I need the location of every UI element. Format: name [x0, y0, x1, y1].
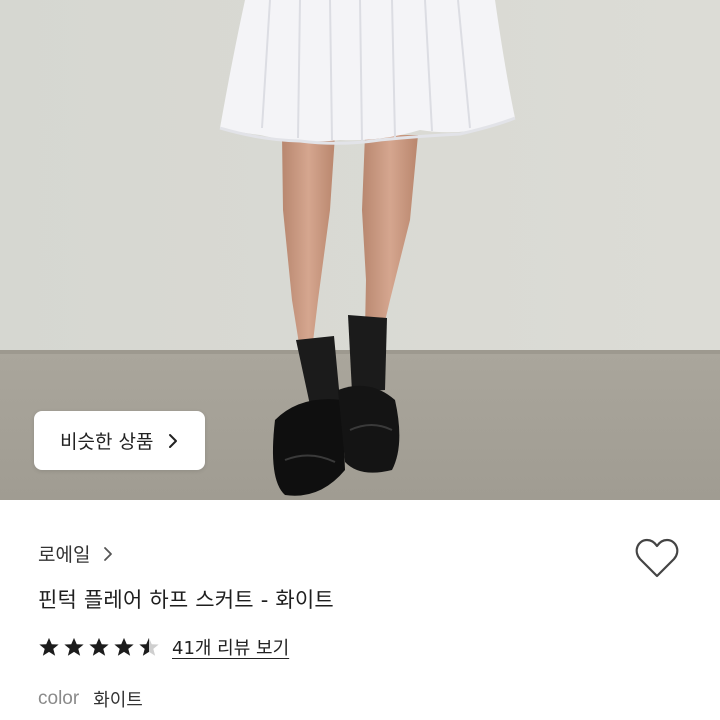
color-label: color: [38, 688, 80, 709]
chevron-right-icon: [169, 433, 178, 448]
star-icon: [39, 637, 59, 656]
brand-link[interactable]: 로에일: [38, 540, 114, 567]
color-value: 화이트: [93, 690, 143, 711]
star-half-icon: [139, 637, 159, 656]
similar-products-button[interactable]: 비슷한 상품: [34, 411, 205, 470]
color-row: color 화이트: [38, 686, 143, 712]
brand-name: 로에일: [38, 544, 91, 566]
similar-products-label: 비슷한 상품: [60, 431, 154, 453]
star-icon: [64, 637, 84, 656]
reviews-link[interactable]: 41개 리뷰 보기: [172, 634, 289, 660]
star-rating: [38, 636, 160, 658]
rating-row: 41개 리뷰 보기: [38, 634, 289, 660]
chevron-right-icon: [104, 546, 113, 561]
product-title: 핀턱 플레어 하프 스커트 - 화이트: [38, 588, 334, 612]
product-info: 로에일 핀턱 플레어 하프 스커트 - 화이트 41개 리뷰 보기 color …: [0, 500, 720, 720]
star-icon: [89, 637, 109, 656]
heart-outline-icon[interactable]: [634, 536, 680, 580]
star-icon: [114, 637, 134, 656]
